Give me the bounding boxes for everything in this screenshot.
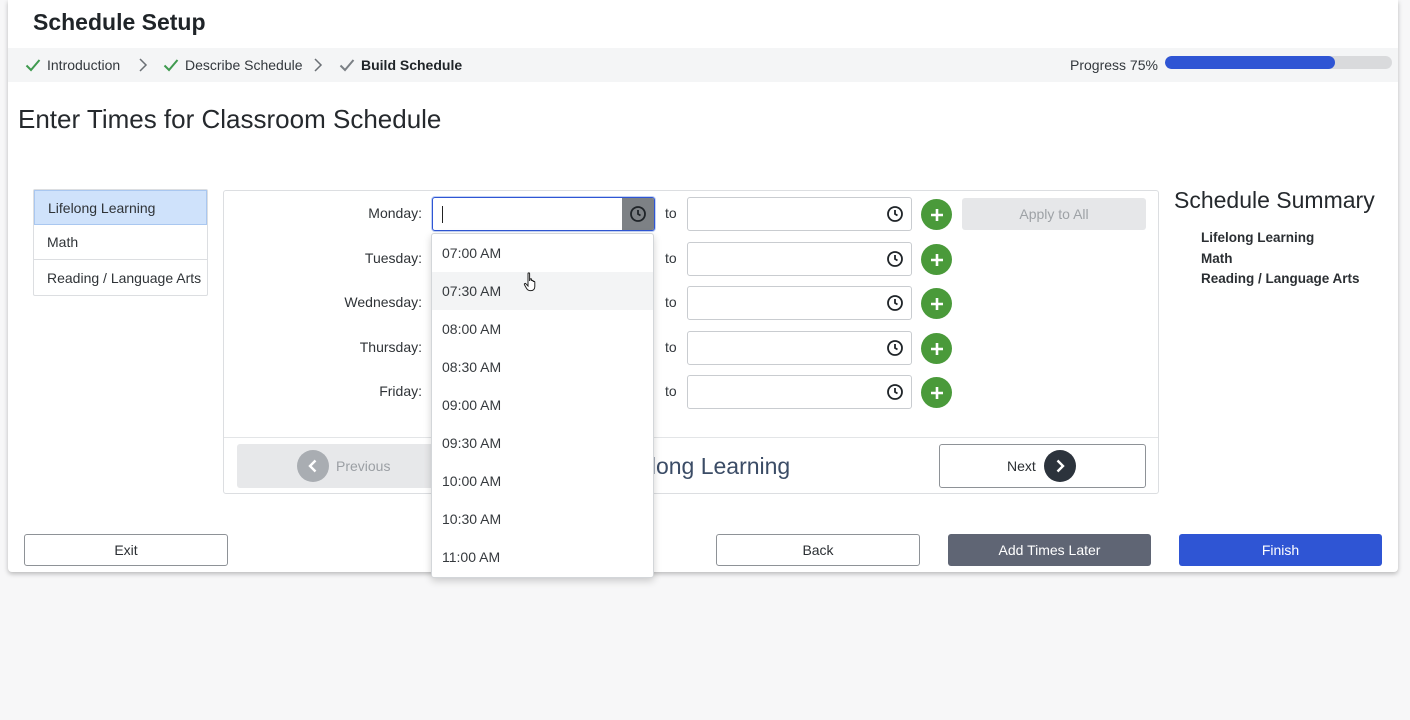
- category-item-reading-language-arts[interactable]: Reading / Language Arts: [34, 260, 207, 295]
- time-option[interactable]: 09:30 AM: [432, 424, 653, 462]
- previous-label: Previous: [336, 458, 391, 474]
- schedule-setup-dialog: Schedule Setup Introduction Describe Sch…: [8, 0, 1398, 572]
- to-label: to: [665, 339, 677, 355]
- time-option[interactable]: 09:00 AM: [432, 386, 653, 424]
- day-label-monday: Monday:: [368, 205, 422, 221]
- times-panel: Monday: to Apply to All Tuesday: to Wedn…: [223, 190, 1159, 494]
- chevron-right-icon: [1044, 450, 1076, 482]
- category-item-lifelong-learning[interactable]: Lifelong Learning: [34, 190, 207, 225]
- time-option[interactable]: 10:30 AM: [432, 500, 653, 538]
- time-options-dropdown: 07:00 AM 07:30 AM 08:00 AM 08:30 AM 09:0…: [431, 233, 654, 578]
- category-list: Lifelong Learning Math Reading / Languag…: [33, 189, 208, 296]
- exit-button[interactable]: Exit: [24, 534, 228, 566]
- panel-footer: Previous Lifelong Learning Next: [224, 437, 1158, 493]
- plus-icon: [930, 208, 943, 221]
- clock-icon[interactable]: [879, 243, 911, 275]
- chevron-right-icon: [138, 48, 148, 82]
- check-icon: [163, 58, 179, 72]
- category-item-math[interactable]: Math: [34, 225, 207, 260]
- next-label: Next: [1007, 458, 1036, 474]
- plus-icon: [930, 342, 943, 355]
- add-time-button-tuesday[interactable]: [921, 244, 952, 275]
- to-label: to: [665, 250, 677, 266]
- step-describe-schedule[interactable]: Describe Schedule: [163, 48, 303, 82]
- friday-end-time-input[interactable]: [687, 375, 912, 409]
- plus-icon: [930, 253, 943, 266]
- clock-icon[interactable]: [879, 332, 911, 364]
- stepper: Introduction Describe Schedule Build Sch…: [8, 48, 1398, 82]
- summary-item: Lifelong Learning: [1201, 230, 1315, 245]
- summary-item: Reading / Language Arts: [1201, 271, 1360, 286]
- day-label-thursday: Thursday:: [359, 339, 422, 355]
- monday-start-time-input[interactable]: [432, 197, 655, 231]
- day-label-friday: Friday:: [379, 383, 422, 399]
- page-heading: Enter Times for Classroom Schedule: [18, 104, 442, 134]
- tuesday-end-time-input[interactable]: [687, 242, 912, 276]
- time-option[interactable]: 07:30 AM: [432, 272, 653, 310]
- step-build-schedule[interactable]: Build Schedule: [339, 48, 462, 82]
- time-option[interactable]: 07:00 AM: [432, 234, 653, 272]
- wednesday-end-time-input[interactable]: [687, 286, 912, 320]
- previous-button[interactable]: Previous: [237, 444, 447, 488]
- progress-label: Progress 75%: [1070, 57, 1158, 73]
- text-caret: [442, 206, 443, 223]
- add-time-button-friday[interactable]: [921, 377, 952, 408]
- schedule-summary-list: Lifelong Learning Math Reading / Languag…: [1201, 229, 1360, 291]
- progress-bar: [1165, 56, 1392, 69]
- finish-button[interactable]: Finish: [1179, 534, 1382, 566]
- day-label-wednesday: Wednesday:: [344, 294, 422, 310]
- plus-icon: [930, 297, 943, 310]
- time-option[interactable]: 08:00 AM: [432, 310, 653, 348]
- schedule-summary-title: Schedule Summary: [1174, 187, 1375, 213]
- day-label-tuesday: Tuesday:: [364, 250, 422, 266]
- step-label: Build Schedule: [361, 57, 463, 73]
- progress-fill: [1165, 56, 1336, 69]
- step-label: Introduction: [47, 57, 121, 73]
- plus-icon: [930, 386, 943, 399]
- add-times-later-button[interactable]: Add Times Later: [948, 534, 1151, 566]
- dialog-title: Schedule Setup: [33, 9, 206, 35]
- add-time-button-wednesday[interactable]: [921, 288, 952, 319]
- to-label: to: [665, 205, 677, 221]
- time-option[interactable]: 10:00 AM: [432, 462, 653, 500]
- step-label: Describe Schedule: [185, 57, 303, 73]
- step-introduction[interactable]: Introduction: [25, 48, 120, 82]
- clock-icon[interactable]: [879, 198, 911, 230]
- summary-item: Math: [1201, 250, 1233, 266]
- to-label: to: [665, 294, 677, 310]
- clock-icon[interactable]: [622, 198, 654, 230]
- next-button[interactable]: Next: [939, 444, 1146, 488]
- apply-to-all-button[interactable]: Apply to All: [962, 198, 1146, 230]
- time-option[interactable]: 08:30 AM: [432, 348, 653, 386]
- hand-pointer-icon: [523, 272, 539, 297]
- thursday-end-time-input[interactable]: [687, 331, 912, 365]
- add-time-button-thursday[interactable]: [921, 333, 952, 364]
- check-icon: [25, 58, 41, 72]
- clock-icon[interactable]: [879, 376, 911, 408]
- check-icon: [339, 58, 355, 72]
- to-label: to: [665, 383, 677, 399]
- add-time-button-monday[interactable]: [921, 199, 952, 230]
- back-button[interactable]: Back: [716, 534, 920, 566]
- clock-icon[interactable]: [879, 287, 911, 319]
- chevron-right-icon: [313, 48, 323, 82]
- time-option[interactable]: 11:00 AM: [432, 538, 653, 576]
- monday-end-time-input[interactable]: [687, 197, 912, 231]
- chevron-left-icon: [297, 450, 329, 482]
